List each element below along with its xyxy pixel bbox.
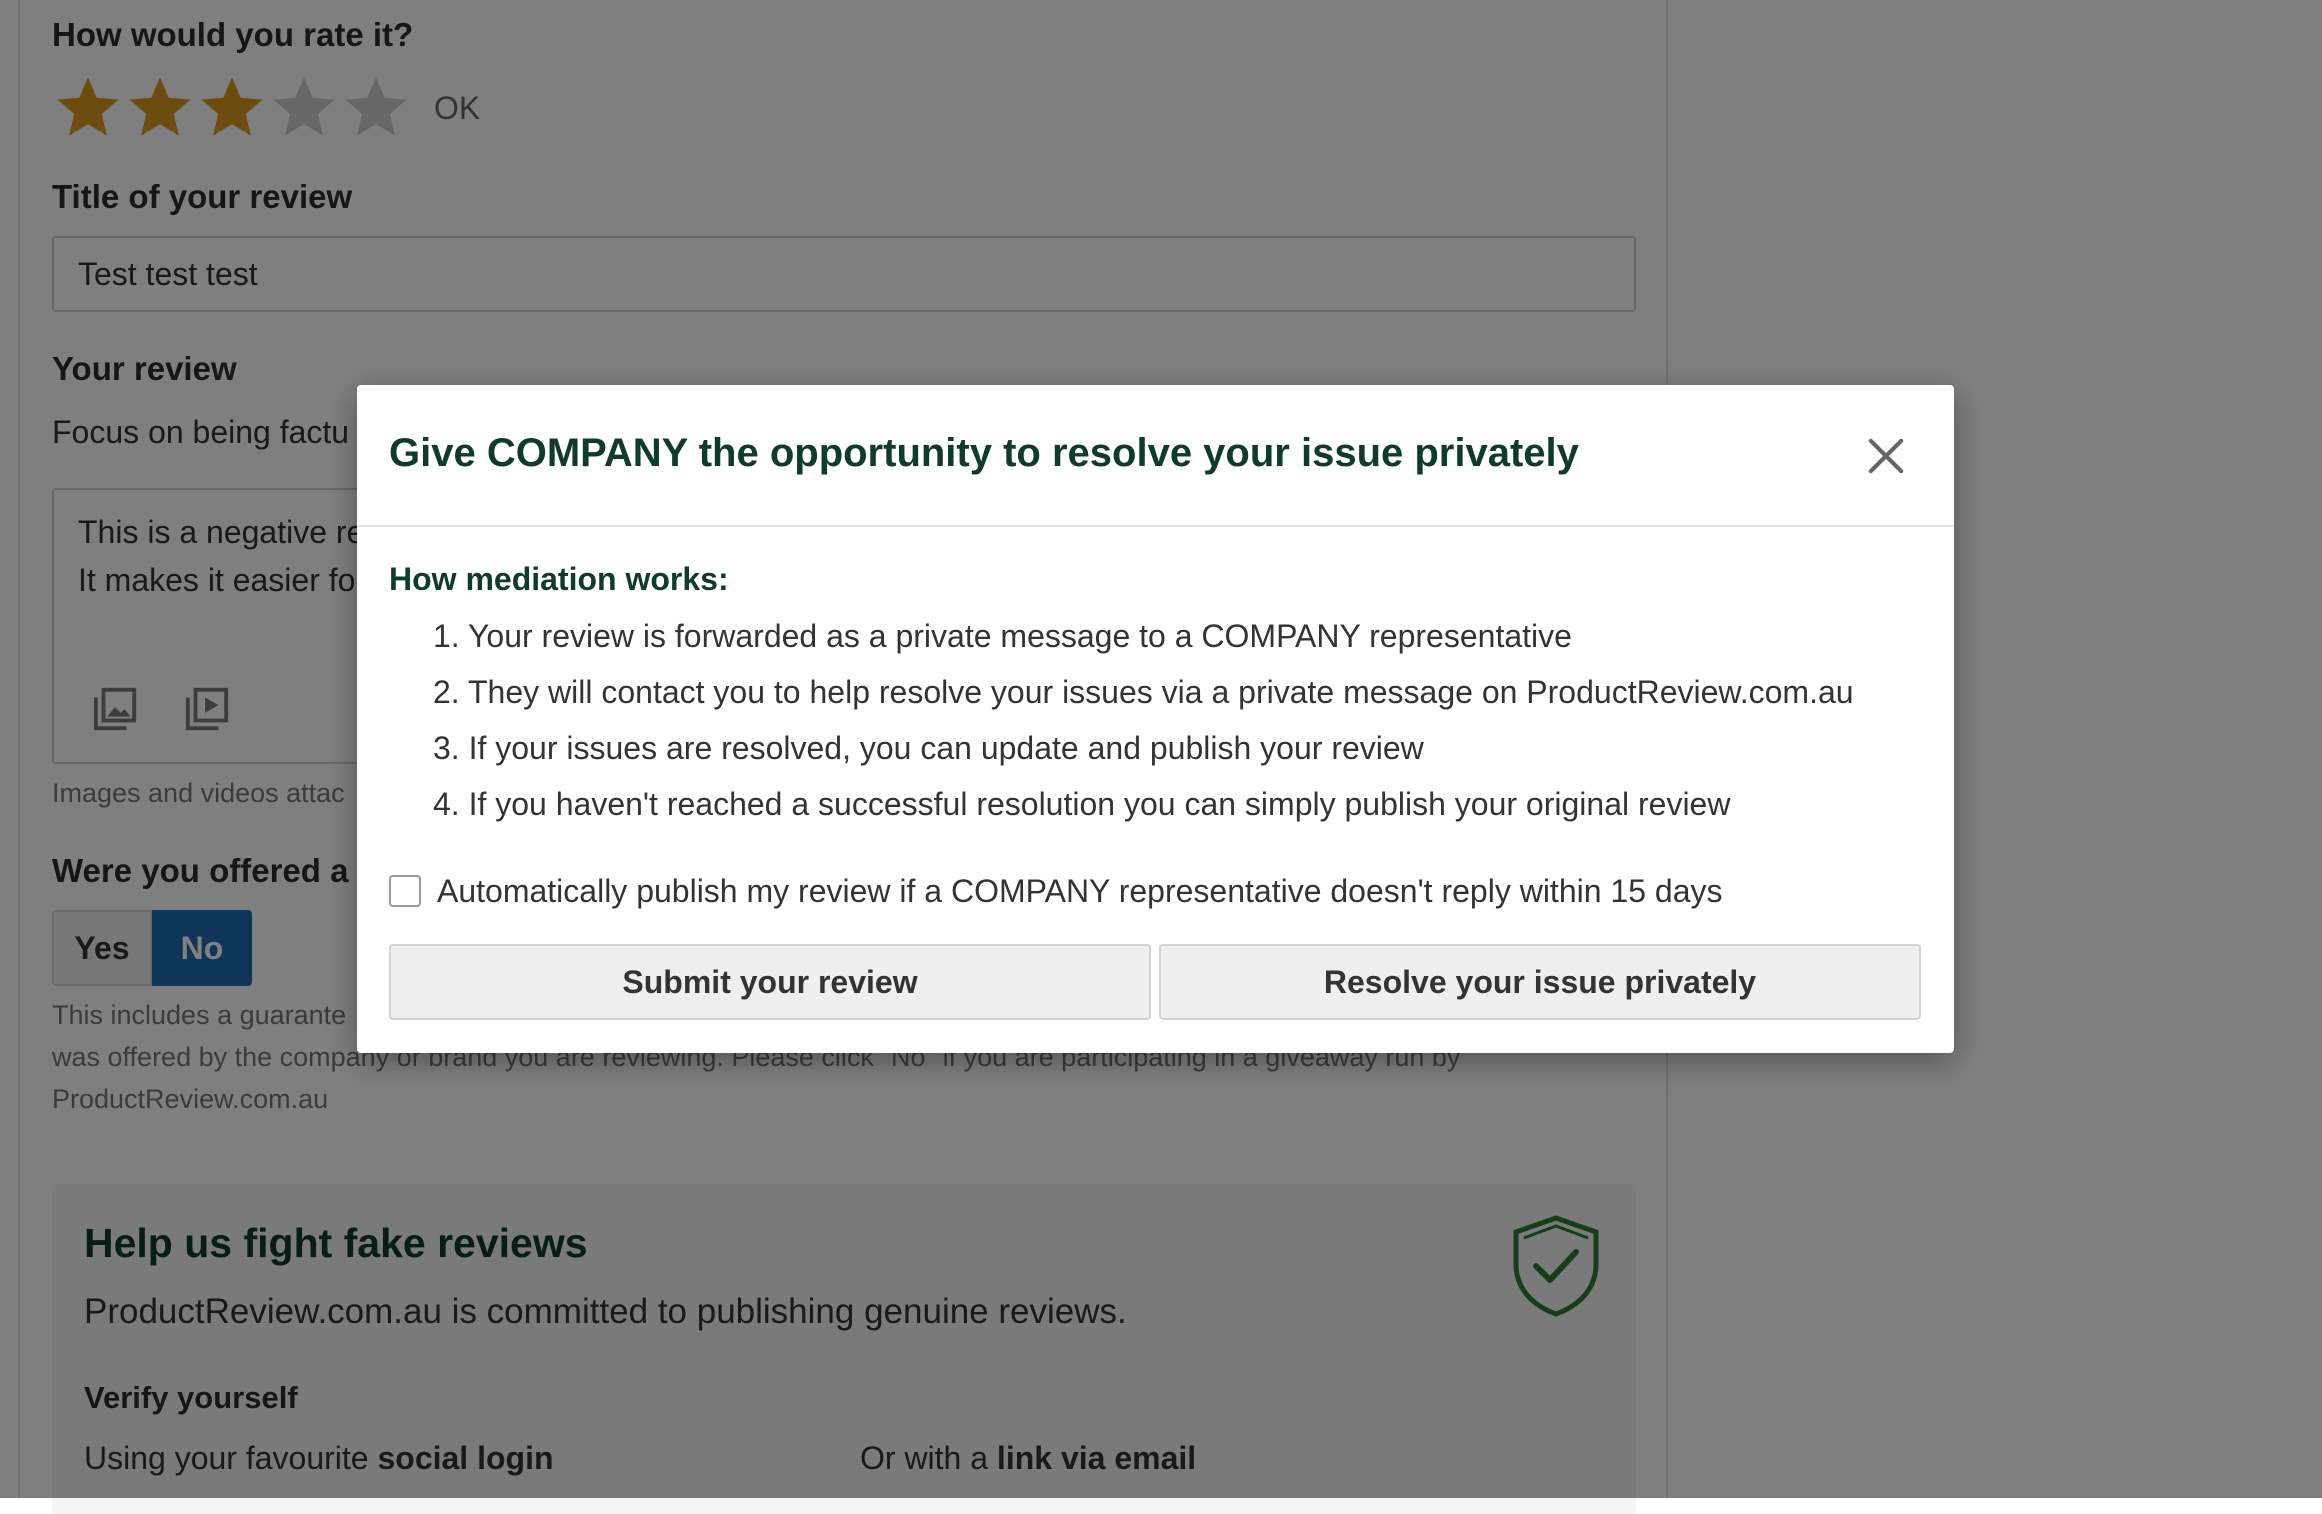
submit-review-button[interactable]: Submit your review [389, 944, 1151, 1020]
auto-publish-checkbox[interactable] [389, 875, 421, 907]
mediation-steps: 1. Your review is forwarded as a private… [433, 617, 1854, 841]
how-mediation-works-heading: How mediation works: [389, 561, 729, 597]
mediation-dialog: Give COMPANY the opportunity to resolve … [357, 385, 1954, 1053]
mediation-step: 4. If you haven't reached a successful r… [433, 786, 1731, 822]
auto-publish-label[interactable]: Automatically publish my review if a COM… [437, 873, 1722, 910]
mediation-step: 2. They will contact you to help resolve… [433, 674, 1854, 710]
close-icon[interactable] [1867, 437, 1905, 475]
mediation-step: 3. If your issues are resolved, you can … [433, 730, 1424, 766]
resolve-privately-button[interactable]: Resolve your issue privately [1159, 944, 1921, 1020]
mediation-step: 1. Your review is forwarded as a private… [433, 618, 1572, 654]
dialog-header: Give COMPANY the opportunity to resolve … [357, 385, 1954, 527]
auto-publish-row[interactable]: Automatically publish my review if a COM… [389, 871, 1722, 911]
dialog-title: Give COMPANY the opportunity to resolve … [389, 431, 1579, 475]
